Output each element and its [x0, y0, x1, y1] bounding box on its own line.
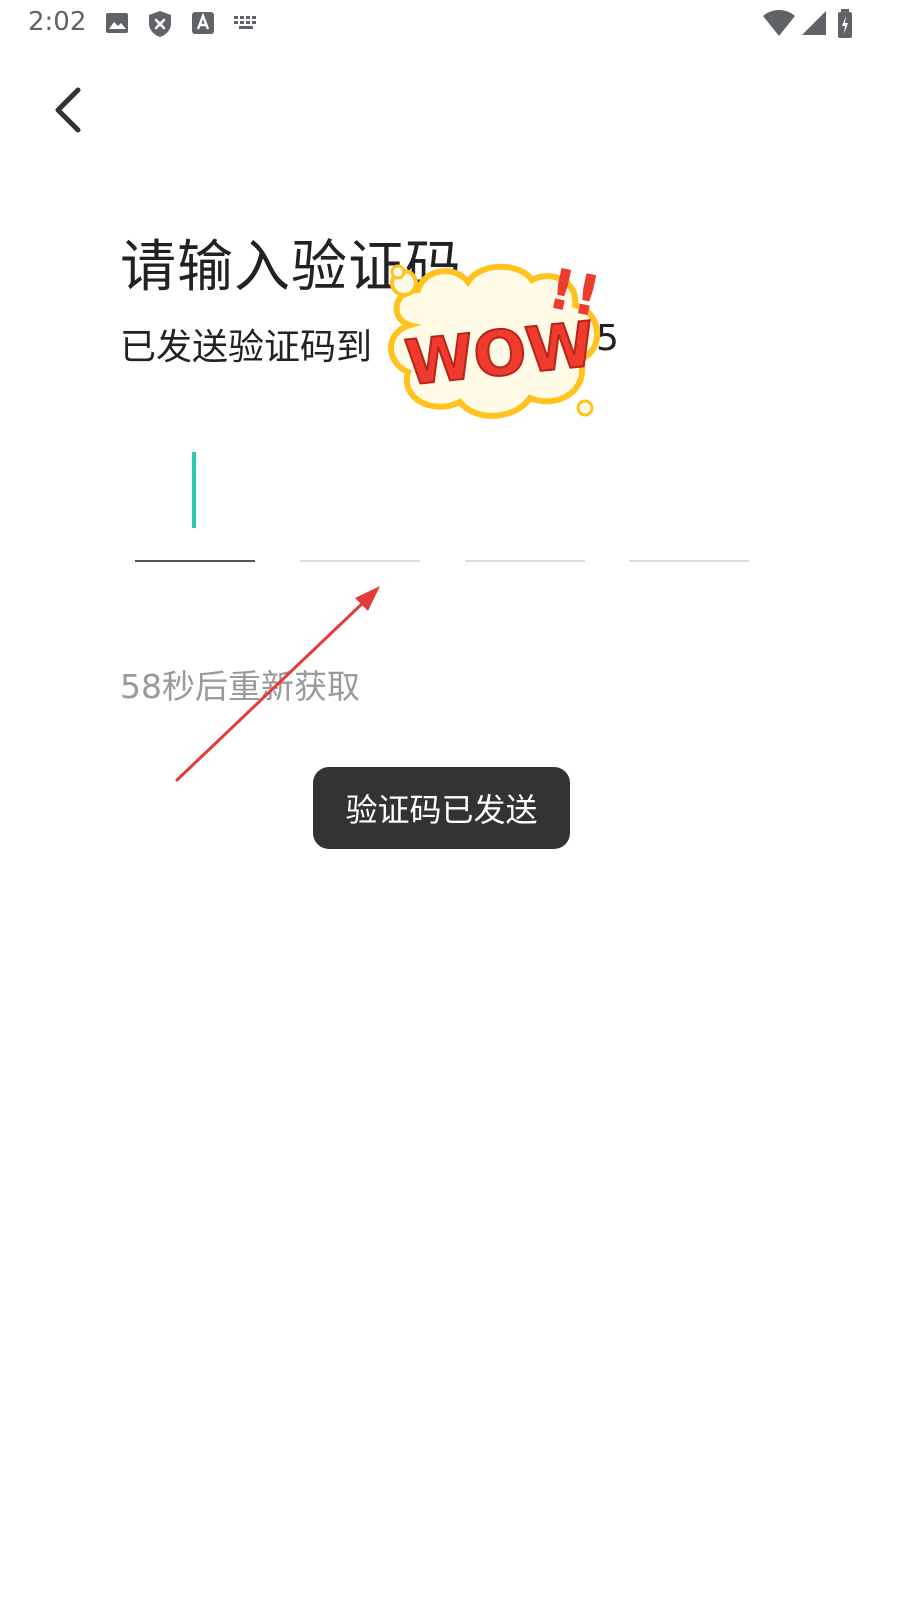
toast: 验证码已发送 — [313, 767, 570, 849]
shield-x-icon — [149, 11, 171, 37]
back-button[interactable] — [40, 78, 104, 142]
chevron-left-icon — [55, 87, 81, 133]
code-input-2[interactable] — [300, 452, 420, 562]
toast-text: 验证码已发送 — [345, 791, 538, 829]
keyboard-icon — [234, 16, 256, 29]
wifi-icon — [763, 10, 795, 36]
status-bar: 2:02 — [0, 0, 900, 48]
code-input-1[interactable] — [135, 452, 255, 562]
sent-to-label: 已发送验证码到 — [120, 327, 373, 368]
battery-charging-icon — [838, 9, 852, 38]
signal-icon — [802, 11, 826, 35]
code-underline — [629, 560, 749, 562]
status-time: 2:02 — [28, 7, 87, 37]
resend-countdown: 58秒后重新获取 — [120, 667, 360, 706]
wow-sticker: WOW !! — [388, 256, 606, 419]
code-underline — [465, 560, 585, 562]
code-input-3[interactable] — [465, 452, 585, 562]
code-underline — [300, 560, 420, 562]
text-caret — [192, 452, 196, 528]
image-icon — [106, 13, 128, 33]
text-a-icon — [192, 12, 214, 34]
code-input-4[interactable] — [629, 452, 749, 562]
verification-code-screen: 2:02 请输入验证码 已发送验证码到 5 58秒后重新获取 验证码已发送 WO… — [0, 0, 900, 1600]
code-underline — [135, 560, 255, 562]
